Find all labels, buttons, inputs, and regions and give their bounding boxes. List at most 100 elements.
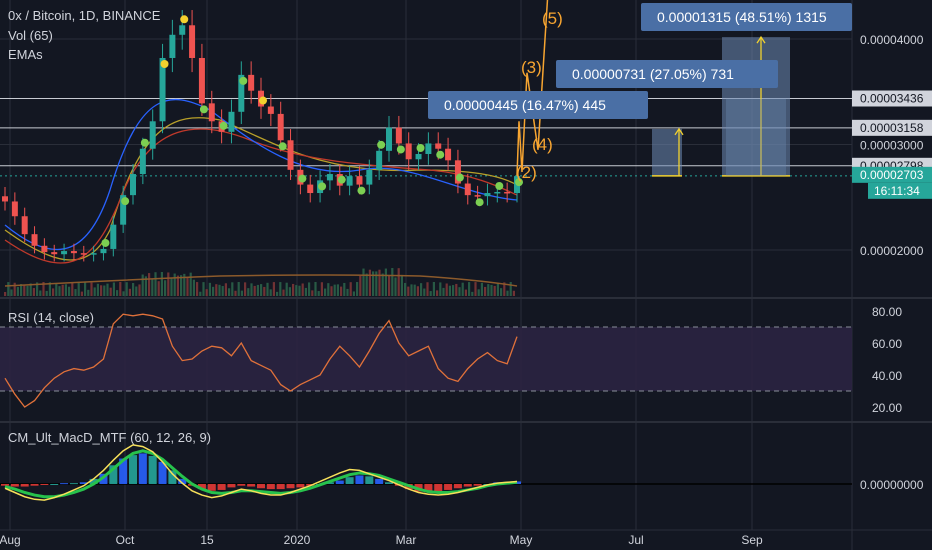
macd-histogram-bar bbox=[345, 477, 354, 484]
macd-histogram-bar bbox=[266, 484, 275, 490]
volume-bar bbox=[288, 287, 291, 296]
volume-bar bbox=[45, 290, 48, 296]
macd-histogram-bar bbox=[20, 484, 29, 487]
volume-bar bbox=[413, 284, 416, 296]
volume-bar bbox=[381, 273, 384, 296]
volume-bar bbox=[199, 291, 202, 296]
volume-bar bbox=[333, 284, 336, 296]
volume-bar bbox=[445, 283, 448, 296]
volume-bar bbox=[311, 290, 314, 296]
volume-bar bbox=[468, 282, 471, 296]
volume-bar bbox=[308, 282, 311, 296]
volume-bar bbox=[237, 282, 240, 296]
wave-label: (5) bbox=[542, 9, 563, 28]
volume-bar bbox=[327, 283, 330, 296]
candle-body bbox=[51, 252, 58, 255]
signal-dot bbox=[101, 238, 110, 247]
macd-histogram-bar bbox=[296, 484, 305, 488]
volume-bar bbox=[4, 292, 7, 296]
candle-body bbox=[100, 248, 107, 254]
time-tick-label: Mar bbox=[396, 533, 417, 547]
volume-bar bbox=[471, 291, 474, 296]
volume-bar bbox=[474, 282, 477, 296]
volume-bar bbox=[461, 282, 464, 296]
volume-bar bbox=[394, 277, 397, 296]
macd-histogram-bar bbox=[69, 483, 78, 485]
price-tick-label: 0.00004000 bbox=[860, 33, 924, 47]
macd-histogram-bar bbox=[463, 484, 472, 487]
candle-body bbox=[189, 25, 196, 58]
volume-bar bbox=[160, 272, 163, 296]
candle-body bbox=[2, 196, 8, 202]
volume-bar bbox=[100, 285, 103, 296]
macd-histogram-bar bbox=[148, 455, 157, 484]
volume-bar bbox=[103, 285, 106, 296]
volume-bar bbox=[397, 268, 400, 296]
volume-bar bbox=[218, 284, 221, 296]
volume-bar bbox=[458, 287, 461, 296]
signal-dot bbox=[357, 186, 366, 195]
macd-histogram-bar bbox=[473, 484, 482, 486]
wave-label: (3) bbox=[521, 58, 542, 77]
volume-bar bbox=[68, 286, 71, 296]
price-level-label: 0.00003158 bbox=[860, 121, 924, 135]
volume-bar bbox=[429, 291, 432, 296]
volume-bar bbox=[349, 282, 352, 296]
volume-bar bbox=[279, 282, 282, 296]
volume-bar bbox=[212, 286, 215, 296]
volume-bar bbox=[186, 277, 189, 296]
volume-bar bbox=[266, 282, 269, 296]
volume-bar bbox=[336, 284, 339, 296]
volume-bar bbox=[112, 282, 115, 296]
volume-bar bbox=[71, 282, 74, 296]
volume-bar bbox=[423, 288, 426, 296]
volume-bar bbox=[148, 273, 151, 296]
candle-body bbox=[21, 216, 28, 235]
macd-histogram-bar bbox=[453, 484, 462, 489]
volume-bar bbox=[90, 282, 93, 296]
volume-bar bbox=[151, 278, 154, 296]
volume-bar bbox=[352, 291, 355, 296]
volume-bar bbox=[128, 288, 131, 296]
signal-dot bbox=[298, 174, 307, 183]
volume-bar bbox=[125, 282, 128, 296]
volume-bar bbox=[317, 291, 320, 296]
volume-bar bbox=[231, 282, 234, 296]
signal-dot bbox=[259, 96, 267, 105]
macd-histogram-bar bbox=[1, 484, 9, 486]
macd-histogram-bar bbox=[434, 484, 443, 492]
volume-bar bbox=[384, 268, 387, 296]
volume-bar bbox=[176, 275, 179, 296]
signal-dot bbox=[160, 59, 169, 68]
volume-bar bbox=[93, 287, 96, 296]
macd-histogram-bar bbox=[10, 484, 19, 487]
volume-bar bbox=[167, 272, 170, 296]
volume-bar bbox=[439, 282, 442, 296]
volume-bar bbox=[490, 284, 493, 296]
candle-body bbox=[130, 174, 136, 196]
signal-dot bbox=[337, 175, 346, 184]
ema-fast-line bbox=[4, 98, 518, 251]
macd-histogram-bar bbox=[335, 480, 344, 484]
volume-bar bbox=[192, 279, 195, 296]
macd-histogram-bar bbox=[237, 484, 246, 486]
volume-bar bbox=[84, 282, 87, 296]
signal-dot bbox=[475, 198, 484, 207]
volume-bar bbox=[378, 269, 381, 296]
volume-bar bbox=[39, 290, 42, 296]
volume-bar bbox=[208, 282, 211, 296]
candle-body bbox=[425, 143, 432, 154]
volume-bar bbox=[436, 290, 439, 296]
volume-bar bbox=[247, 288, 250, 296]
volume-bar bbox=[215, 284, 218, 296]
candle-body bbox=[179, 25, 186, 35]
candle-body bbox=[61, 251, 68, 255]
volume-bar bbox=[221, 286, 224, 296]
candle-body bbox=[346, 176, 353, 186]
volume-bar bbox=[170, 277, 173, 296]
macd-tick-label: 0.00000000 bbox=[860, 478, 924, 492]
macd-histogram-bar bbox=[286, 484, 295, 489]
candle-body bbox=[484, 193, 491, 197]
time-tick-label: Jul bbox=[628, 533, 643, 547]
macd-histogram-bar bbox=[444, 484, 453, 490]
